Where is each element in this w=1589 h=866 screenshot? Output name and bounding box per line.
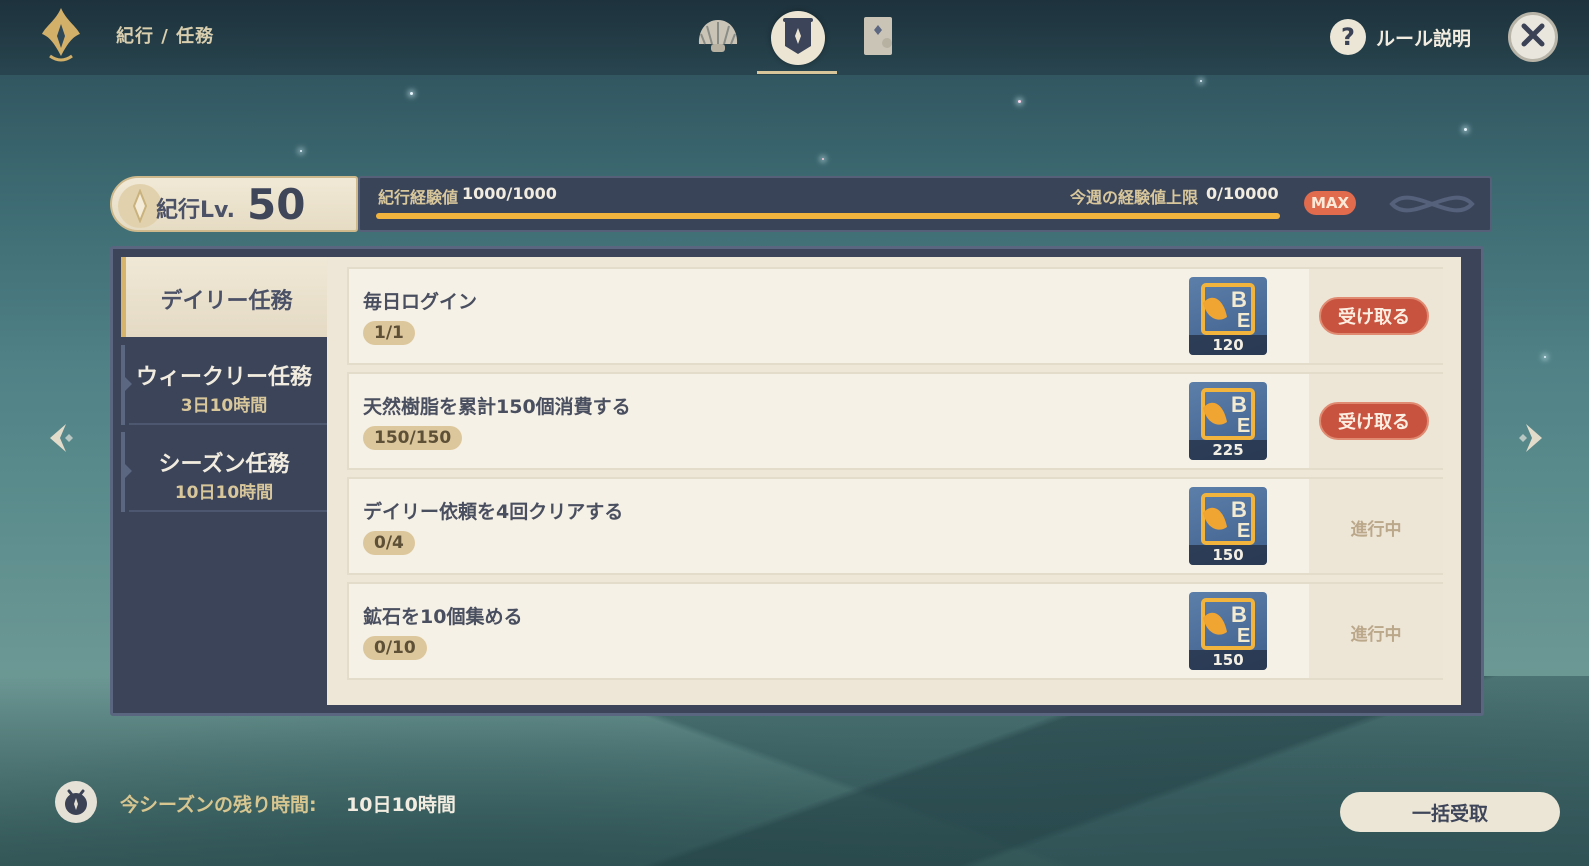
sidebar-item-label: デイリー任務 (160, 289, 293, 314)
svg-text:E: E (1237, 415, 1250, 437)
sidebar-item-weekly[interactable]: ウィークリー任務 3日10時間 (121, 345, 327, 425)
season-remaining-label: 今シーズンの残り時間: (120, 794, 317, 816)
level-badge: 紀行Lv. 50 (110, 176, 358, 232)
mission-list: 毎日ログイン 1/1 B E 120 受け取る 天然樹脂を累計150個消費する … (327, 257, 1461, 705)
mission-progress: 150/150 (363, 426, 463, 450)
tab-pass-card[interactable] (848, 8, 908, 68)
max-badge: MAX (1304, 191, 1356, 215)
in-progress-status: 進行中 (1350, 625, 1402, 645)
exp-label: 紀行経験値 (378, 188, 459, 207)
exp-value: 1000/1000 (462, 184, 557, 203)
exp-book-icon: B E (1201, 283, 1255, 335)
mission-progress: 1/1 (363, 321, 415, 345)
mission-title: 毎日ログイン (363, 291, 478, 313)
chevron-left-icon (50, 424, 73, 452)
ornament-icon (1389, 195, 1475, 213)
reward-item[interactable]: B E 120 (1189, 277, 1267, 355)
svg-text:E: E (1237, 310, 1250, 332)
close-button[interactable] (1508, 12, 1558, 62)
claim-button[interactable]: 受け取る (1319, 297, 1429, 335)
mission-row: 鉱石を10個集める 0/10 B E 150 進行中 (347, 582, 1443, 680)
next-page-button[interactable] (1514, 420, 1550, 456)
sidebar-item-label: シーズン任務 (158, 452, 290, 477)
claim-button[interactable]: 受け取る (1319, 402, 1429, 440)
season-remaining-value: 10日10時間 (346, 794, 456, 816)
reward-amount: 225 (1189, 440, 1267, 460)
rules-label[interactable]: ルール説明 (1376, 24, 1471, 51)
reward-amount: 150 (1189, 545, 1267, 565)
exp-book-icon: B E (1201, 388, 1255, 440)
exp-book-icon: B E (1201, 493, 1255, 545)
mission-progress: 0/4 (363, 531, 415, 555)
close-icon (1520, 22, 1546, 52)
mission-row: 天然樹脂を累計150個消費する 150/150 B E 225 受け取る (347, 372, 1443, 470)
reward-amount: 120 (1189, 335, 1267, 355)
mission-title: デイリー依頼を4回クリアする (363, 501, 624, 523)
sidebar-item-timer: 10日10時間 (174, 483, 274, 503)
question-icon: ? (1341, 23, 1355, 51)
mission-row: 毎日ログイン 1/1 B E 120 受け取る (347, 267, 1443, 365)
mission-category-sidebar: デイリー任務 ウィークリー任務 3日10時間 シーズン任務 10日10時間 (121, 257, 327, 705)
mission-row: デイリー依頼を4回クリアする 0/4 B E 150 進行中 (347, 477, 1443, 575)
svg-text:E: E (1237, 625, 1250, 647)
tab-missions[interactable] (768, 8, 828, 68)
reward-item[interactable]: B E 150 (1189, 487, 1267, 565)
svg-text:B: B (1231, 602, 1247, 627)
sidebar-item-season[interactable]: シーズン任務 10日10時間 (121, 432, 327, 512)
exp-book-icon: B E (1201, 598, 1255, 650)
level-bar: 紀行Lv. 50 紀行経験値 1000/1000 今週の経験値上限 0/1000… (110, 176, 1492, 232)
tab-shell[interactable] (688, 8, 748, 68)
prev-page-button[interactable] (42, 420, 78, 456)
svg-text:B: B (1231, 392, 1247, 417)
weekly-cap-label: 今週の経験値上限 (1070, 188, 1199, 207)
level-label: 紀行Lv. (156, 198, 235, 223)
mission-title: 鉱石を10個集める (363, 606, 523, 628)
claim-all-button[interactable]: 一括受取 (1340, 792, 1560, 832)
svg-text:B: B (1231, 287, 1247, 312)
active-tab-indicator (757, 71, 837, 74)
svg-text:B: B (1231, 497, 1247, 522)
mission-panel: デイリー任務 ウィークリー任務 3日10時間 シーズン任務 10日10時間 毎日… (110, 246, 1484, 716)
exp-progress-fill (376, 213, 1280, 219)
season-timer-icon (55, 781, 97, 823)
exp-progress-bar (376, 213, 1280, 219)
reward-amount: 150 (1189, 650, 1267, 670)
top-bar: 紀行 / 任務 ? ルール説明 (0, 0, 1589, 75)
reward-item[interactable]: B E 225 (1189, 382, 1267, 460)
svg-text:E: E (1237, 520, 1250, 542)
card-icon (861, 15, 895, 61)
help-button[interactable]: ? (1330, 19, 1366, 55)
in-progress-status: 進行中 (1350, 520, 1402, 540)
breadcrumb: 紀行 / 任務 (116, 26, 215, 47)
sidebar-item-timer: 3日10時間 (180, 396, 268, 416)
level-value: 50 (247, 180, 306, 229)
banner-icon (782, 16, 814, 60)
mission-title: 天然樹脂を累計150個消費する (363, 396, 631, 418)
battle-pass-logo-icon (38, 6, 84, 64)
chevron-right-icon (1519, 424, 1542, 452)
shell-icon (695, 16, 741, 60)
weekly-cap-value: 0/10000 (1206, 184, 1279, 203)
reward-item[interactable]: B E 150 (1189, 592, 1267, 670)
sidebar-item-daily[interactable]: デイリー任務 (121, 257, 327, 337)
sidebar-item-label: ウィークリー任務 (135, 365, 312, 390)
mission-progress: 0/10 (363, 636, 427, 660)
